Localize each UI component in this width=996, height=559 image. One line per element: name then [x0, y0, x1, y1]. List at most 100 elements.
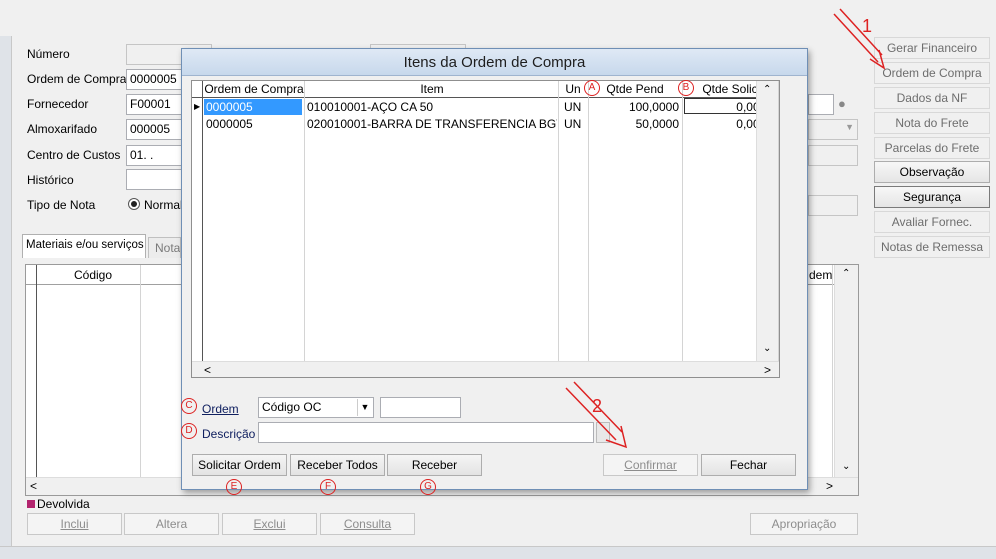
col-div-4 [682, 81, 683, 361]
dados-nf-label: Dados da NF [896, 91, 968, 105]
descricao-field[interactable] [258, 422, 594, 443]
almoxarifado-field[interactable]: 000005 [126, 119, 186, 140]
col-div-1 [304, 81, 305, 361]
annotation-number-1: 1 [862, 16, 873, 36]
apropriacao-label: Apropriação [771, 517, 837, 531]
ordem-field[interactable]: 0000005 [126, 69, 186, 90]
row2-un[interactable]: UN [564, 116, 588, 132]
dialog-scroll-right-icon[interactable]: > [764, 363, 771, 377]
vertical-scrollbar[interactable]: ⌃ ⌄ [834, 265, 858, 477]
gerar-financeiro-label: Gerar Financeiro [886, 41, 978, 55]
tab-materiais-label: Materiais e/ou serviços [26, 239, 144, 251]
dialog-scroll-left-icon[interactable]: < [204, 363, 211, 377]
parcelas-frete-button[interactable]: Parcelas do Frete [874, 137, 990, 159]
nota-frete-label: Nota do Frete [895, 116, 969, 130]
row-indicator-divider [202, 81, 203, 361]
altera-label: Altera [155, 517, 188, 531]
notas-remessa-button[interactable]: Notas de Remessa [874, 236, 990, 258]
ordem-label: Ordem de Compra [27, 72, 127, 86]
window-top-border [0, 0, 996, 36]
col-ordem-header: Ordem de Compra [204, 82, 304, 96]
dialog-vscroll[interactable]: ⌃ ⌄ [756, 81, 778, 361]
right-dropdown[interactable]: ▼ [808, 119, 858, 140]
tab-materiais[interactable]: Materiais e/ou serviços [22, 234, 146, 258]
annotation-g: G [420, 479, 436, 495]
altera-button[interactable]: Altera [124, 513, 219, 535]
row1-item[interactable]: 010010001-AÇO CA 50 [307, 99, 557, 115]
exclui-label: Exclui [253, 517, 286, 531]
col-codigo-header: Código [74, 268, 113, 282]
ordem-de-compra-button[interactable]: Ordem de Compra [874, 62, 990, 84]
receber-todos-button[interactable]: Receber Todos [290, 454, 385, 476]
fornecedor-field[interactable]: F00001 [126, 94, 186, 115]
almoxarifado-label: Almoxarifado [27, 122, 98, 136]
notas-remessa-label: Notas de Remessa [880, 240, 984, 254]
scroll-up-icon[interactable]: ⌃ [842, 268, 850, 279]
receber-button[interactable]: Receber [387, 454, 482, 476]
chevron-down-icon: ▼ [845, 122, 854, 132]
tipo-normal-label: Normal [144, 198, 183, 212]
inclui-label: Inclui [60, 517, 89, 531]
historico-label: Histórico [27, 173, 74, 187]
solicitar-ordem-button[interactable]: Solicitar Ordem [192, 454, 287, 476]
gerar-financeiro-button[interactable]: Gerar Financeiro [874, 37, 990, 59]
annotation-c: C [181, 398, 197, 414]
annotation-a: A [584, 80, 600, 96]
descricao-filter-label: Descrição [202, 427, 256, 441]
consulta-label: Consulta [343, 517, 392, 531]
consulta-button[interactable]: Consulta [320, 513, 415, 535]
row1-ordem[interactable]: 0000005 [204, 99, 302, 115]
ordem-search-field[interactable] [380, 397, 461, 418]
ordem-de-compra-label: Ordem de Compra [882, 66, 982, 80]
devolvida-swatch [27, 500, 35, 508]
annotation-b: B [678, 80, 694, 96]
left-border [0, 36, 12, 556]
tab-notas[interactable]: Notas [148, 237, 181, 258]
confirmar-label: Confirmar [624, 458, 677, 472]
confirmar-button[interactable]: Confirmar [603, 454, 698, 476]
col-pend-header: Qtde Pend [606, 82, 664, 96]
search-icon[interactable]: ● [838, 96, 854, 112]
row1-un[interactable]: UN [564, 99, 588, 115]
dialog-scroll-down-icon[interactable]: ⌄ [763, 343, 771, 354]
historico-field[interactable] [126, 169, 186, 190]
parcelas-frete-label: Parcelas do Frete [884, 141, 980, 155]
receber-todos-label: Receber Todos [297, 458, 378, 472]
observacao-button[interactable]: Observação [874, 161, 990, 183]
row-indicator-arrow: ▶ [194, 102, 201, 111]
right-field-4[interactable] [808, 195, 858, 216]
itens-ordem-dialog: Itens da Ordem de Compra Ordem de Compra… [181, 48, 808, 490]
fechar-button[interactable]: Fechar [701, 454, 796, 476]
receber-label: Receber [411, 458, 458, 472]
ordem-select[interactable]: Código OC ▼ [258, 397, 374, 418]
col-div-2 [558, 81, 559, 361]
descricao-lookup-button[interactable] [596, 422, 610, 443]
scroll-down-icon[interactable]: ⌄ [842, 461, 850, 472]
exclui-button[interactable]: Exclui [222, 513, 317, 535]
tipo-normal-radio[interactable] [128, 198, 140, 210]
scroll-left-icon[interactable]: < [30, 479, 37, 493]
items-grid[interactable]: Ordem de Compra Item Un Qtde Pend Qtde S… [191, 80, 780, 378]
row2-ordem[interactable]: 0000005 [204, 116, 302, 132]
nota-frete-button[interactable]: Nota do Frete [874, 112, 990, 134]
right-field-3[interactable] [808, 145, 858, 166]
scroll-right-icon[interactable]: > [826, 479, 833, 493]
dados-nf-button[interactable]: Dados da NF [874, 87, 990, 109]
inclui-button[interactable]: Inclui [27, 513, 122, 535]
avaliar-fornec-button[interactable]: Avaliar Fornec. [874, 211, 990, 233]
seguranca-button[interactable]: Segurança [874, 186, 990, 208]
dialog-title: Itens da Ordem de Compra [182, 49, 807, 76]
row2-item[interactable]: 020010001-BARRA DE TRANSFERENCIA BGT 12 [307, 116, 557, 132]
apropriacao-button[interactable]: Apropriação [750, 513, 858, 535]
annotation-number-2: 2 [592, 396, 603, 416]
row1-pend[interactable]: 100,0000 [588, 99, 679, 115]
dialog-hscroll[interactable]: < > [192, 361, 779, 377]
centro-field[interactable]: 01. . [126, 145, 186, 166]
radio-dot [131, 201, 137, 207]
col-item-header: Item [420, 82, 444, 96]
right-field-1[interactable] [808, 94, 834, 115]
dialog-scroll-up-icon[interactable]: ⌃ [763, 84, 771, 95]
fechar-label: Fechar [729, 458, 768, 472]
bottom-border [0, 546, 996, 559]
row2-pend[interactable]: 50,0000 [588, 116, 679, 132]
